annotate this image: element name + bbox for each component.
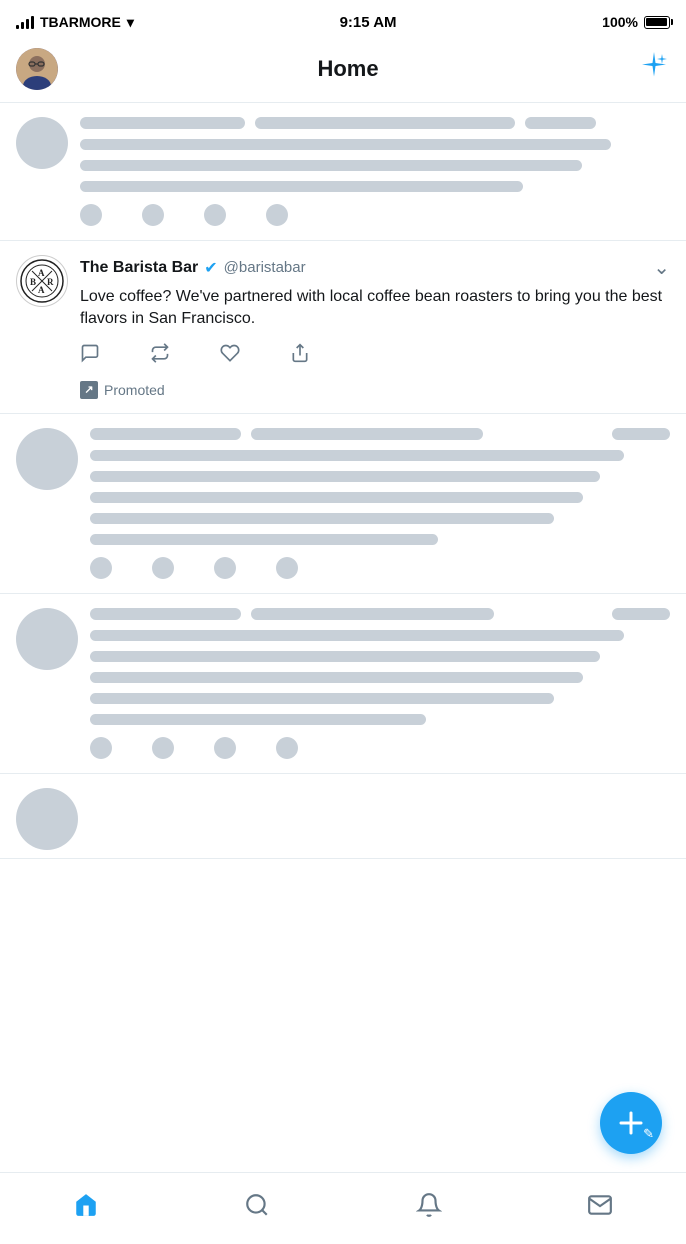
skeleton-avatar-partial (16, 788, 78, 850)
skeleton-line (612, 428, 670, 440)
messages-icon (587, 1192, 613, 1225)
promoted-tweet: B R A A The Barista Bar ✔ @baristabar ⌄ … (0, 241, 686, 414)
svg-text:A: A (38, 285, 45, 295)
tweet-body: The Barista Bar ✔ @baristabar ⌄ Love cof… (80, 255, 670, 399)
skeleton-line (90, 513, 554, 524)
skeleton-actions (80, 204, 670, 226)
skeleton-action-dot (276, 557, 298, 579)
skeleton-line (612, 608, 670, 620)
tweet-handle: @baristabar (224, 259, 306, 276)
skeleton-line (80, 160, 582, 171)
skeleton-line (90, 672, 583, 683)
nav-notifications[interactable] (399, 1185, 459, 1233)
status-left: TBARMORE ▾ (16, 14, 134, 31)
skeleton-tweet-2 (0, 414, 686, 594)
skeleton-action-dot (214, 737, 236, 759)
skeleton-line (255, 117, 515, 129)
promoted-row: ↗ Promoted (80, 381, 670, 399)
skeleton-line (90, 428, 241, 440)
skeleton-action-dot (152, 737, 174, 759)
skeleton-action-dot (276, 737, 298, 759)
skeleton-action-dot (142, 204, 164, 226)
compose-button[interactable]: ✎ (600, 1092, 662, 1154)
retweet-icon[interactable] (150, 343, 170, 369)
wifi-icon: ▾ (127, 14, 134, 31)
skeleton-content-3 (90, 608, 670, 759)
skeleton-line (90, 630, 624, 641)
signal-icon (16, 15, 34, 29)
skeleton-line (90, 450, 624, 461)
promoted-icon: ↗ (80, 381, 98, 399)
battery-percent: 100% (602, 14, 638, 30)
skeleton-line (90, 651, 600, 662)
skeleton-tweet-1 (0, 103, 686, 241)
skeleton-line (90, 534, 438, 545)
skeleton-action-dot (90, 557, 112, 579)
tweet-actions (80, 343, 670, 369)
tweet-text: Love coffee? We've partnered with local … (80, 286, 670, 331)
nav-home[interactable] (56, 1185, 116, 1233)
tweet-name-row: The Barista Bar ✔ @baristabar (80, 258, 306, 278)
verified-badge-icon: ✔ (204, 258, 217, 278)
tweet-menu-chevron[interactable]: ⌄ (653, 255, 670, 280)
reply-icon[interactable] (80, 343, 100, 369)
svg-text:R: R (47, 277, 54, 287)
bottom-nav (0, 1172, 686, 1244)
home-icon (73, 1192, 99, 1225)
skeleton-action-dot (80, 204, 102, 226)
notifications-icon (416, 1192, 442, 1225)
skeleton-line (90, 693, 554, 704)
svg-text:B: B (30, 277, 36, 287)
skeleton-action-dot (266, 204, 288, 226)
page-title: Home (317, 56, 378, 82)
status-bar: TBARMORE ▾ 9:15 AM 100% (0, 0, 686, 40)
skeleton-action-dot (90, 737, 112, 759)
promoted-label: Promoted (104, 382, 165, 398)
barista-avatar[interactable]: B R A A (16, 255, 68, 307)
skeleton-tweet-3 (0, 594, 686, 774)
skeleton-avatar-2 (16, 428, 78, 490)
tweet-header: The Barista Bar ✔ @baristabar ⌄ (80, 255, 670, 280)
skeleton-line (251, 428, 483, 440)
skeleton-content-2 (90, 428, 670, 579)
status-time: 9:15 AM (340, 14, 397, 31)
skeleton-content-partial (90, 788, 670, 850)
battery-icon (644, 16, 670, 29)
tweet-author-name: The Barista Bar (80, 259, 198, 277)
like-icon[interactable] (220, 343, 240, 369)
skeleton-line (251, 608, 495, 620)
user-avatar[interactable] (16, 48, 58, 90)
nav-messages[interactable] (570, 1185, 630, 1233)
carrier-label: TBARMORE (40, 14, 121, 30)
svg-text:A: A (38, 268, 45, 278)
search-icon (244, 1192, 270, 1225)
skeleton-content-1 (80, 117, 670, 226)
skeleton-line (80, 181, 523, 192)
skeleton-line (90, 714, 426, 725)
skeleton-action-dot (214, 557, 236, 579)
avatar-image (16, 48, 58, 90)
skeleton-tweet-partial (0, 774, 686, 859)
skeleton-action-dot (152, 557, 174, 579)
nav-search[interactable] (227, 1185, 287, 1233)
skeleton-action-dot (204, 204, 226, 226)
sparkle-icon[interactable] (638, 50, 670, 89)
skeleton-line (90, 492, 583, 503)
skeleton-avatar-3 (16, 608, 78, 670)
skeleton-line (525, 117, 596, 129)
status-right: 100% (602, 14, 670, 30)
skeleton-line (90, 471, 600, 482)
skeleton-line (80, 139, 611, 150)
skeleton-line (80, 117, 245, 129)
skeleton-avatar-1 (16, 117, 68, 169)
skeleton-actions-2 (90, 557, 670, 579)
skeleton-actions-3 (90, 737, 670, 759)
app-header: Home (0, 40, 686, 103)
skeleton-line (90, 608, 241, 620)
share-icon[interactable] (290, 343, 310, 369)
